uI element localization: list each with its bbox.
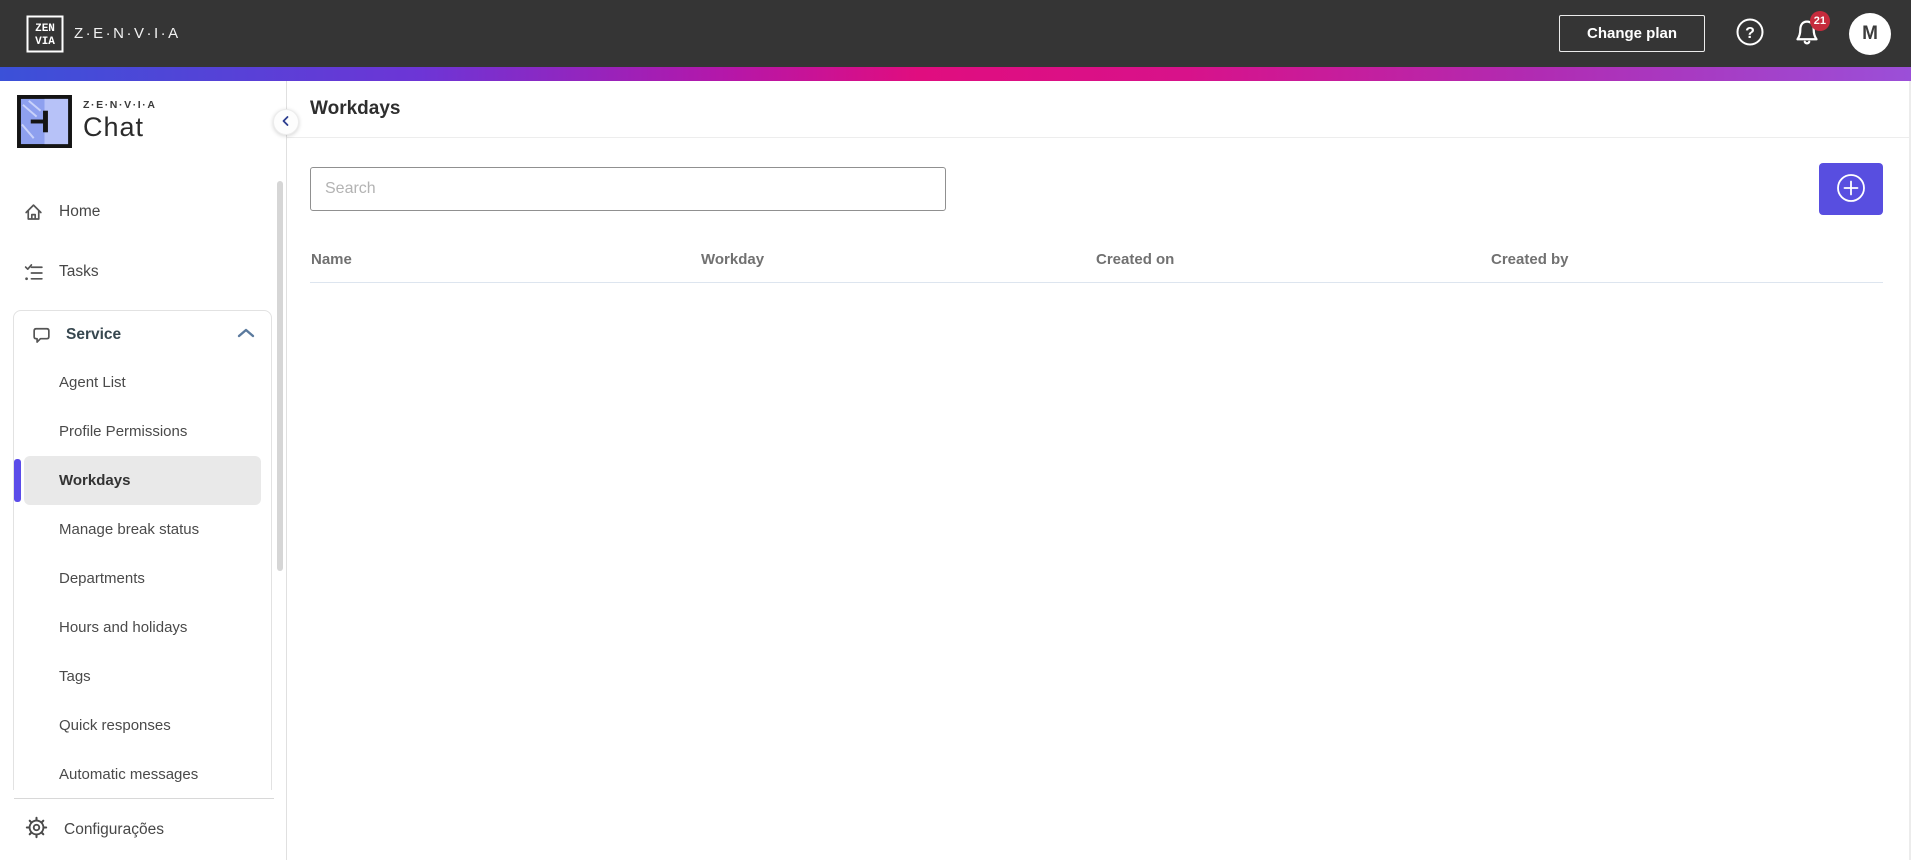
search-input[interactable] <box>310 167 946 211</box>
sidebar-footer: Configurações <box>0 798 286 860</box>
sidebar: Z·E·N·V·I·A Chat Home Tasks Service Agen… <box>0 81 299 860</box>
sidebar-item-label: Service <box>66 325 122 343</box>
page-header: Workdays <box>287 81 1911 138</box>
sidebar-section-service: Service Agent List Profile Permissions W… <box>13 310 272 790</box>
plus-circle-icon <box>1835 172 1867 207</box>
sidebar-item-automatic-messages[interactable]: Automatic messages <box>14 750 271 790</box>
sidebar-brand-name: Z·E·N·V·I·A <box>83 99 157 111</box>
svg-text:VIA: VIA <box>35 36 55 48</box>
page-title: Workdays <box>310 98 401 119</box>
column-header-created-on: Created on <box>1096 251 1175 268</box>
sidebar-nav: Home Tasks Service Agent List Profile Pe… <box>0 161 286 790</box>
sidebar-item-label: Tasks <box>59 263 99 280</box>
chat-bubble-icon <box>30 324 52 345</box>
toolbar <box>310 163 1883 215</box>
zenvia-chat-logo-icon <box>17 94 72 148</box>
brand-gradient-strip <box>0 67 1911 81</box>
column-header-name: Name <box>311 251 352 268</box>
top-bar: ZEN VIA Z·E·N·V·I·A Change plan ? 21 M <box>0 0 1911 67</box>
column-header-created-by: Created by <box>1491 251 1569 268</box>
sidebar-item-hours-and-holidays[interactable]: Hours and holidays <box>14 603 271 652</box>
sidebar-item-configuracoes[interactable]: Configurações <box>0 799 286 860</box>
sidebar-item-tasks[interactable]: Tasks <box>0 248 286 296</box>
sidebar-item-profile-permissions[interactable]: Profile Permissions <box>14 407 271 456</box>
sidebar-item-manage-break-status[interactable]: Manage break status <box>14 505 271 554</box>
user-avatar[interactable]: M <box>1849 12 1891 55</box>
table-header-row: Name Workday Created on Created by <box>310 251 1883 283</box>
gear-icon <box>25 816 48 844</box>
sidebar-item-tags[interactable]: Tags <box>14 652 271 701</box>
home-icon <box>22 202 44 223</box>
tasks-icon <box>22 262 44 283</box>
sidebar-item-service[interactable]: Service <box>14 311 271 358</box>
svg-text:ZEN: ZEN <box>35 23 55 35</box>
sidebar-item-label: Configurações <box>64 820 164 838</box>
selected-indicator <box>14 459 21 502</box>
sidebar-item-quick-responses[interactable]: Quick responses <box>14 701 271 750</box>
help-button[interactable]: ? <box>1735 17 1765 50</box>
sidebar-item-home[interactable]: Home <box>0 188 286 236</box>
main-content: Workdays Name Workday Created <box>287 81 1911 860</box>
sidebar-item-workdays[interactable]: Workdays <box>14 456 261 505</box>
chevron-up-icon <box>237 326 255 344</box>
notifications-button[interactable]: 21 <box>1793 11 1830 49</box>
sidebar-item-label: Workdays <box>59 472 131 489</box>
sidebar-logo: Z·E·N·V·I·A Chat <box>0 81 286 161</box>
sidebar-product-name: Chat <box>83 112 145 142</box>
sidebar-item-agent-list[interactable]: Agent List <box>14 358 271 407</box>
brand-name: Z·E·N·V·I·A <box>74 25 181 42</box>
sidebar-scrollbar[interactable] <box>277 181 283 571</box>
sidebar-item-label: Home <box>59 203 101 220</box>
svg-text:?: ? <box>1745 25 1755 42</box>
column-header-workday: Workday <box>701 251 765 268</box>
chevron-left-icon <box>280 115 292 130</box>
add-workday-button[interactable] <box>1819 163 1883 215</box>
change-plan-button[interactable]: Change plan <box>1558 15 1705 52</box>
notification-count-badge: 21 <box>1809 11 1830 31</box>
help-icon: ? <box>1735 17 1765 50</box>
zenvia-logo-icon: ZEN VIA <box>26 15 64 53</box>
sidebar-collapse-button[interactable] <box>273 109 299 135</box>
sidebar-item-departments[interactable]: Departments <box>14 554 271 603</box>
